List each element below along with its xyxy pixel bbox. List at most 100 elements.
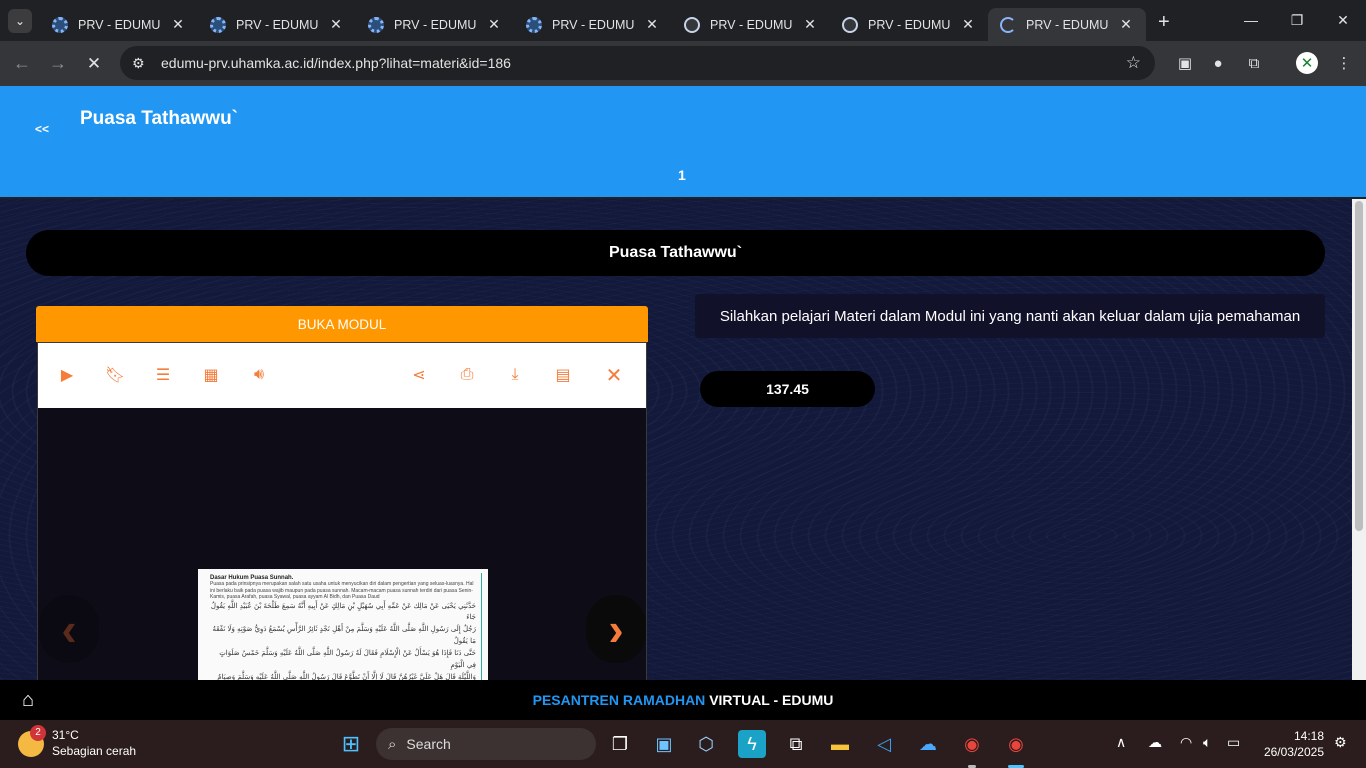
sound-icon[interactable]: 🔊︎ — [249, 365, 269, 385]
chrome-profile-icon[interactable]: ◉ — [1002, 730, 1030, 758]
document-page: Dasar Hukum Puasa Sunnah. Puasa pada pri… — [198, 569, 488, 680]
tab-search-button[interactable]: ⌄ — [8, 8, 32, 33]
close-icon[interactable]: ✕ — [960, 16, 976, 33]
forward-arrow-icon[interactable]: → — [40, 53, 76, 74]
tab-title: PRV - EDUMU — [78, 17, 161, 32]
windows-start-icon[interactable]: ⊞ — [337, 730, 365, 758]
tab-4[interactable]: PRV - EDUMU ✕ — [514, 8, 672, 41]
back-arrow-icon[interactable]: ← — [4, 53, 40, 74]
address-bar[interactable]: ⚙ edumu-prv.uhamka.ac.id/index.php?lihat… — [120, 46, 1155, 80]
close-icon[interactable]: ✕ — [1118, 16, 1134, 33]
instruction-text: Silahkan pelajari Materi dalam Modul ini… — [695, 294, 1325, 338]
tab-title: PRV - EDUMU — [710, 17, 793, 32]
window-controls: — ❐ ✕ — [1228, 0, 1366, 40]
tab-title: PRV - EDUMU — [394, 17, 477, 32]
capture-app-icon[interactable]: ▣ — [650, 730, 678, 758]
document-icon[interactable]: ▤ — [553, 365, 573, 385]
weather-widget[interactable]: 2 31°C Sebagian cerah — [18, 724, 136, 759]
globe-favicon-icon — [842, 16, 858, 33]
loading-spinner-icon — [1000, 16, 1016, 33]
new-tab-plus-icon[interactable]: + — [1158, 11, 1170, 34]
close-icon[interactable]: ✕ — [604, 365, 624, 387]
tab-2[interactable]: PRV - EDUMU ✕ — [198, 8, 356, 41]
tab-5[interactable]: PRV - EDUMU ✕ — [672, 8, 830, 41]
share-icon[interactable]: ⋖ — [409, 365, 429, 385]
globe-favicon-icon — [684, 16, 700, 33]
thumbnails-icon[interactable]: ▦ — [201, 365, 221, 385]
bookmark-icon[interactable]: 🔖︎ — [105, 365, 125, 385]
tab-3[interactable]: PRV - EDUMU ✕ — [356, 8, 514, 41]
profile-avatar-icon[interactable]: ✕ — [1296, 52, 1318, 74]
next-page-arrow-icon[interactable]: › — [586, 595, 646, 663]
file-explorer-icon[interactable]: ▬ — [826, 730, 854, 758]
doc-arabic-line: حَدَّثَنِي يَحْيَى عَنْ مَالِك عَنْ عَمِ… — [210, 601, 476, 622]
wifi-icon[interactable]: ◠ — [1180, 734, 1192, 751]
back-link[interactable]: << — [35, 122, 49, 136]
page-number[interactable]: 1 — [678, 167, 686, 183]
task-view-icon[interactable]: ❐ — [606, 730, 634, 758]
menu-dots-icon[interactable]: ⋮ — [1333, 52, 1355, 74]
battery-icon[interactable]: ▭ — [1227, 734, 1240, 751]
scrollbar-thumb[interactable] — [1355, 201, 1363, 531]
show-hidden-icons-icon[interactable]: ∧ — [1116, 734, 1126, 751]
tab-7-active[interactable]: PRV - EDUMU ✕ — [988, 8, 1146, 41]
virtualbox-icon[interactable]: ⬡ — [692, 730, 720, 758]
puzzle-extensions-icon[interactable]: ⧉ — [1243, 52, 1265, 74]
doc-arabic-line: رَجُلٌ إِلَى رَسُولِ اللَّهِ صَلَّى اللَ… — [212, 625, 476, 646]
section-title: Puasa Tathawwu` — [26, 230, 1325, 276]
close-icon[interactable]: ✕ — [802, 16, 818, 33]
clock-date: 26/03/2025 — [1263, 745, 1324, 760]
tab-6[interactable]: PRV - EDUMU ✕ — [830, 8, 988, 41]
weather-temp: 31°C — [52, 728, 79, 742]
close-icon[interactable]: ✕ — [486, 16, 502, 33]
doc-paragraph: Puasa pada prinsipnya merupakan salah sa… — [210, 581, 474, 600]
chrome-icon[interactable]: ◉ — [958, 730, 986, 758]
close-icon[interactable]: ✕ — [328, 16, 344, 33]
tab-title: PRV - EDUMU — [552, 17, 635, 32]
window-close-icon[interactable]: ✕ — [1320, 0, 1366, 40]
list-icon[interactable]: ☰ — [153, 365, 173, 385]
power-automate-icon[interactable]: ϟ — [738, 730, 766, 758]
play-icon[interactable]: ▶ — [57, 365, 77, 385]
page-header: << Puasa Tathawwu` 1 — [0, 86, 1366, 197]
previous-page-arrow-icon[interactable]: ‹ — [39, 595, 99, 663]
page-scrollbar[interactable] — [1352, 199, 1366, 680]
taskbar-search[interactable]: ⌕ Search — [376, 728, 596, 760]
footer-brand: PESANTREN RAMADHAN VIRTUAL - EDUMU — [0, 692, 1366, 708]
browser-toolbar: ← → ✕ ⚙ edumu-prv.uhamka.ac.id/index.php… — [0, 41, 1366, 86]
extension-popup-icon[interactable]: ▣ — [1174, 52, 1196, 74]
page-edge-line — [481, 573, 482, 680]
tab-title: PRV - EDUMU — [1026, 17, 1109, 32]
open-module-button[interactable]: BUKA MODUL — [36, 306, 648, 342]
gear-favicon-icon — [210, 16, 226, 33]
page-title: Puasa Tathawwu` — [80, 108, 239, 129]
print-icon[interactable]: ⎙ — [457, 365, 477, 385]
cloud-app-icon[interactable]: ☁ — [914, 730, 942, 758]
url-text[interactable]: edumu-prv.uhamka.ac.id/index.php?lihat=m… — [161, 55, 511, 71]
bottom-bar: ⌂ PESANTREN RAMADHAN VIRTUAL - EDUMU — [0, 680, 1366, 720]
close-icon[interactable]: ✕ — [170, 16, 186, 33]
restore-icon[interactable]: ❐ — [1274, 0, 1320, 40]
network-app-icon[interactable]: ⧉ — [782, 730, 810, 758]
bookmark-star-icon[interactable]: ☆ — [1126, 53, 1141, 73]
notification-badge: 2 — [30, 724, 46, 741]
tab-1[interactable]: PRV - EDUMU ✕ — [40, 8, 198, 41]
cookie-extension-icon[interactable]: ● — [1207, 52, 1229, 74]
vscode-icon[interactable]: ◁ — [870, 730, 898, 758]
gear-favicon-icon — [526, 16, 542, 33]
clock-time: 14:18 — [1293, 729, 1324, 743]
taskbar-clock[interactable]: 14:18 26/03/2025 — [1258, 728, 1324, 760]
gear-favicon-icon — [368, 16, 384, 33]
minimize-icon[interactable]: — — [1228, 0, 1274, 40]
site-settings-icon[interactable]: ⚙ — [132, 55, 157, 72]
windows-taskbar: 2 31°C Sebagian cerah ⊞ ⌕ Search ❐ ▣ ⬡ ϟ… — [0, 720, 1366, 768]
tab-strip: ⌄ PRV - EDUMU ✕ PRV - EDUMU ✕ PRV - EDUM… — [0, 0, 1366, 41]
doc-arabic-line: حَتَّى دَنَا فَإِذَا هُوَ يَسْأَلُ عَنْ … — [219, 649, 476, 669]
close-icon[interactable]: ✕ — [644, 16, 660, 33]
stop-loading-icon[interactable]: ✕ — [76, 54, 112, 74]
download-icon[interactable]: ⤓ — [505, 365, 525, 385]
partly-sunny-icon: 2 — [18, 724, 46, 757]
volume-icon[interactable]: 🔈︎ — [1203, 734, 1211, 751]
notification-bell-icon[interactable]: ⚙ — [1334, 734, 1347, 751]
onedrive-icon[interactable]: ☁ — [1148, 734, 1162, 751]
